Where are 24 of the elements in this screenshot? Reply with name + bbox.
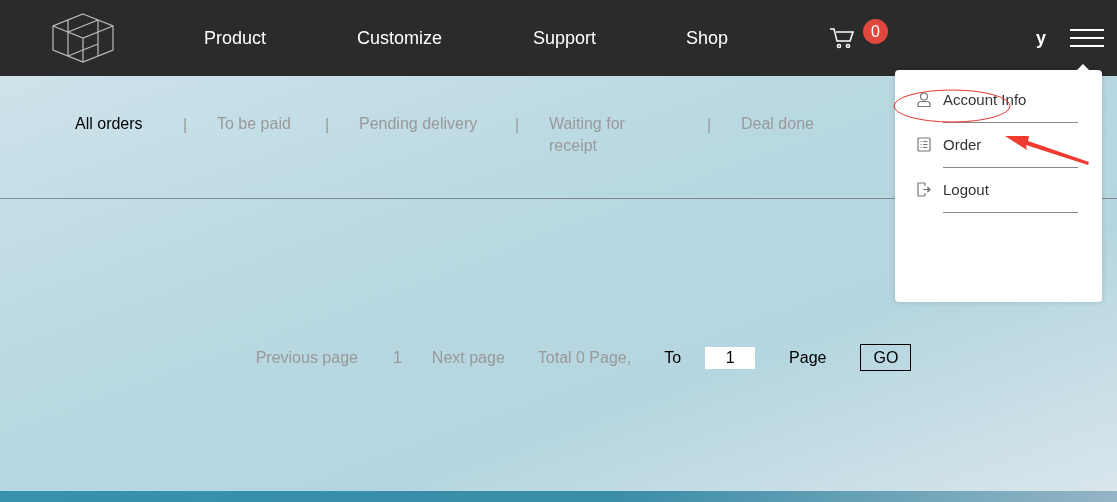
user-name: y: [1036, 26, 1046, 50]
order-tab[interactable]: All orders: [75, 113, 183, 135]
menu-item[interactable]: Account Info: [943, 91, 1078, 123]
nav-link[interactable]: Support: [533, 24, 686, 52]
menu-icon[interactable]: [1070, 28, 1104, 48]
page-label: Page: [789, 347, 827, 368]
cube-logo[interactable]: [52, 13, 114, 63]
cart-icon[interactable]: [829, 27, 855, 49]
cart-count-badge: 0: [863, 19, 888, 44]
page-input[interactable]: 1: [705, 346, 756, 369]
tab-separator: |: [515, 115, 521, 135]
go-button[interactable]: GO: [860, 344, 912, 371]
user-icon: [917, 92, 931, 107]
tab-separator: |: [183, 115, 189, 135]
list-icon: [917, 137, 931, 152]
tab-separator: |: [707, 115, 713, 135]
menu-item[interactable]: Logout: [943, 181, 1078, 213]
nav-link[interactable]: Product: [204, 24, 357, 52]
total-pages-label: Total 0 Page,: [537, 347, 632, 368]
nav-link[interactable]: Customize: [357, 24, 533, 52]
to-label: To: [664, 347, 682, 368]
logout-icon: [917, 182, 931, 197]
nav-link[interactable]: Shop: [686, 24, 839, 52]
tab-separator: |: [325, 115, 331, 135]
